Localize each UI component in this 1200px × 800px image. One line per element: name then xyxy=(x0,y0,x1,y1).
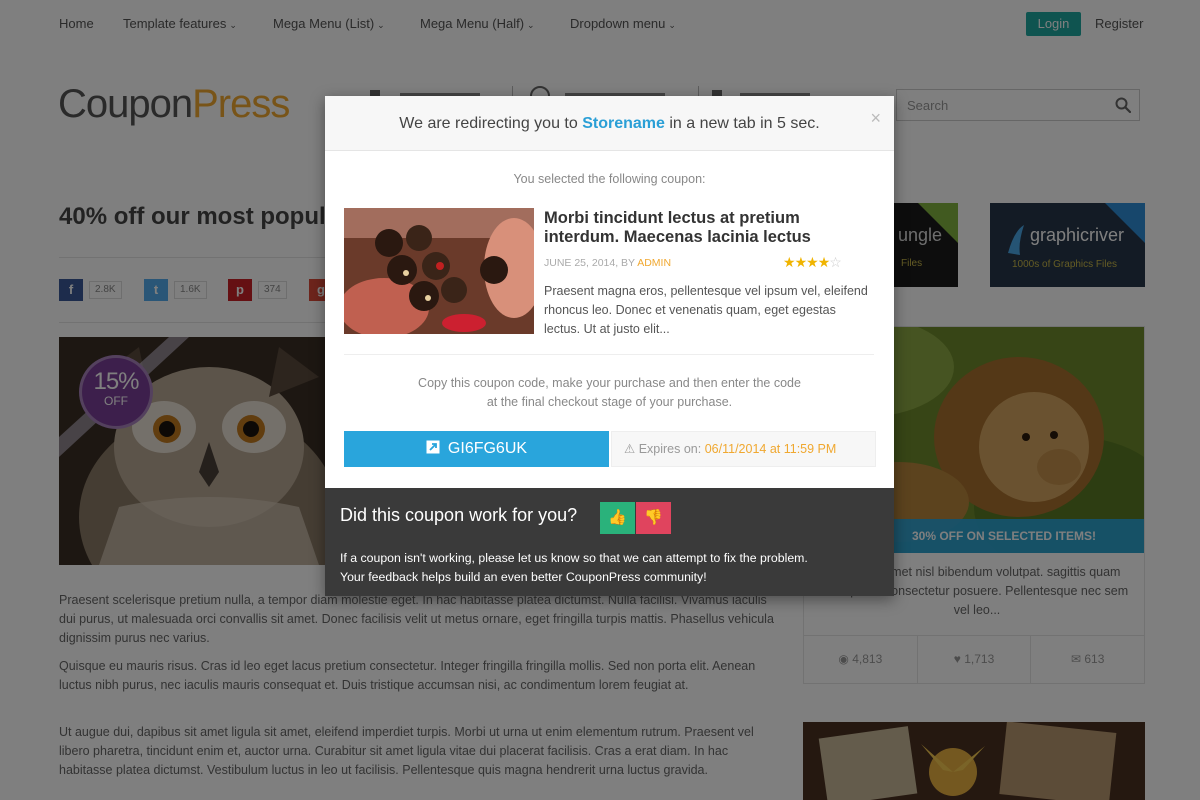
thumbs-up-button[interactable]: 👍 xyxy=(600,502,635,534)
instruction-line: at the final checkout stage of your purc… xyxy=(486,395,733,409)
star-filled-icon: ★ xyxy=(817,254,831,270)
coupon-code: GI6FG6UK xyxy=(447,440,528,457)
redirect-text: in a new tab in 5 sec. xyxy=(669,115,820,132)
expiry-label: Expires on: xyxy=(638,442,702,456)
modal-header: We are redirecting you to Storename in a… xyxy=(325,96,894,151)
coupon-title[interactable]: Morbi tincidunt lectus at pretium interd… xyxy=(544,209,864,247)
star-empty-icon: ☆ xyxy=(829,254,842,270)
expiry-info: ⚠ Expires on: 06/11/2014 at 11:59 PM xyxy=(611,431,876,467)
coupon-excerpt: Praesent magna eros, pellentesque vel ip… xyxy=(544,284,868,336)
coupon-modal: We are redirecting you to Storename in a… xyxy=(325,96,894,596)
feedback-message: If a coupon isn't working, please let us… xyxy=(340,549,880,587)
feedback-panel: Did this coupon work for you? 👍 👎 If a c… xyxy=(325,488,894,596)
redirect-text: We are redirecting you to xyxy=(399,115,578,132)
star-rating: ★★★★☆ xyxy=(783,254,842,271)
feedback-line: Your feedback helps build an even better… xyxy=(340,570,707,584)
coupon-author-link[interactable]: ADMIN xyxy=(637,257,671,269)
coupon-date: JUNE 25, 2014, BY xyxy=(544,257,635,269)
feedback-question: Did this coupon work for you? xyxy=(340,505,578,525)
close-icon[interactable]: × xyxy=(870,109,881,127)
instruction-line: Copy this coupon code, make your purchas… xyxy=(418,376,801,390)
divider xyxy=(344,354,874,355)
warning-icon: ⚠ xyxy=(624,442,636,456)
coupon-meta: JUNE 25, 2014, BY ADMIN xyxy=(544,257,671,269)
coupon-thumbnail xyxy=(344,208,534,334)
external-link-icon xyxy=(426,440,440,454)
store-name-link[interactable]: Storename xyxy=(582,115,665,132)
star-filled-icon: ★ xyxy=(794,254,808,270)
star-filled-icon: ★ xyxy=(783,254,796,270)
star-filled-icon: ★ xyxy=(806,254,819,270)
coupon-code-button[interactable]: GI6FG6UK xyxy=(344,431,609,467)
selected-coupon-label: You selected the following coupon: xyxy=(513,172,706,186)
thumbs-up-icon: 👍 xyxy=(608,509,627,526)
copy-instructions: Copy this coupon code, make your purchas… xyxy=(365,374,854,412)
thumbs-down-icon: 👎 xyxy=(644,509,663,526)
chocolates-photo xyxy=(344,208,534,334)
feedback-line: If a coupon isn't working, please let us… xyxy=(340,551,808,565)
thumbs-down-button[interactable]: 👎 xyxy=(636,502,671,534)
expiry-date: 06/11/2014 at 11:59 PM xyxy=(704,442,837,456)
